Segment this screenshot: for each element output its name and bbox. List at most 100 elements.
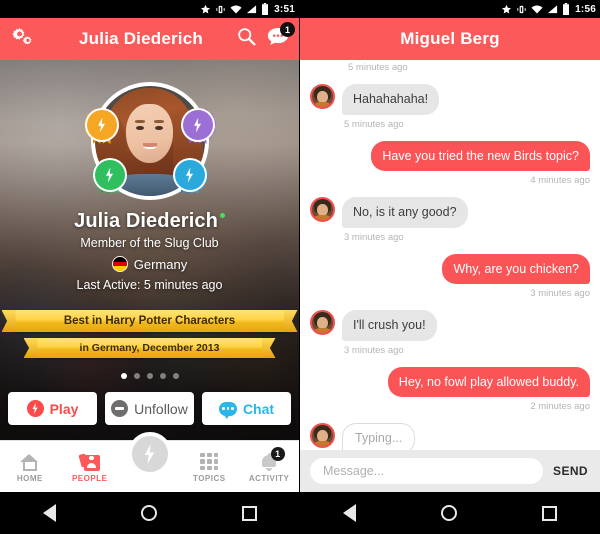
- compose-fab-button[interactable]: [127, 432, 172, 476]
- status-time: 3:51: [274, 3, 295, 15]
- avatar[interactable]: [310, 197, 335, 222]
- page-title: Julia Diederich: [79, 29, 203, 48]
- app-bar: Miguel Berg: [300, 18, 600, 60]
- profile-hero: Julia Diederich Member of the Slug Club …: [0, 60, 299, 442]
- home-circle-icon[interactable]: [440, 505, 457, 521]
- bolt-icon: [105, 167, 114, 183]
- message-bubble: Hey, no fowl play allowed buddy.: [387, 366, 590, 397]
- award-ribbon-secondary: in Germany, December 2013: [35, 338, 264, 358]
- timestamp: 5 minutes ago: [348, 62, 408, 73]
- vibrate-icon: [516, 4, 527, 15]
- tab-label-topics: TOPICS: [192, 473, 226, 483]
- bolt-icon: [144, 444, 155, 464]
- message-row: Hahahahaha! 5 minutes ago: [310, 84, 590, 130]
- avatar[interactable]: [310, 423, 335, 448]
- app-bar: Julia Diederich 1: [0, 18, 299, 60]
- message-timestamp: 4 minutes ago: [530, 175, 590, 186]
- message-list[interactable]: 5 minutes ago Hahahahaha! 5 minutes ago …: [300, 60, 600, 450]
- status-bar: 3:51: [0, 0, 299, 18]
- message-bubble: Have you tried the new Birds topic?: [371, 140, 590, 171]
- signal-icon: [547, 4, 558, 15]
- message-row: Hey, no fowl play allowed buddy. 2 minut…: [310, 366, 590, 412]
- carousel-pager[interactable]: [0, 373, 299, 379]
- pager-dot[interactable]: [172, 373, 179, 379]
- vibrate-icon: [215, 4, 226, 15]
- tab-label-home: HOME: [16, 473, 43, 483]
- message-input[interactable]: [310, 458, 544, 484]
- profile-info: Julia Diederich Member of the Slug Club …: [0, 210, 299, 292]
- typing-indicator-row: Typing...: [310, 423, 590, 450]
- signal-icon: [246, 4, 257, 15]
- sidebar-item-people[interactable]: PEOPLE: [60, 441, 120, 492]
- message-row: Why, are you chicken? 3 minutes ago: [310, 253, 590, 299]
- profile-name: Julia Diederich: [74, 210, 218, 232]
- home-icon: [20, 451, 39, 471]
- messages-button[interactable]: 1: [267, 22, 295, 51]
- tab-label-activity: ACTIVITY: [248, 473, 290, 483]
- bolt-icon: [185, 167, 194, 183]
- chat-button[interactable]: Chat: [202, 392, 291, 425]
- profile-last-active: Last Active: 5 minutes ago: [76, 278, 223, 292]
- germany-flag-icon: [111, 256, 128, 272]
- chat-screen: 1:56 Miguel Berg 5 minutes ago Hahahahah…: [300, 0, 600, 534]
- pager-dot[interactable]: [146, 373, 153, 379]
- grid-icon: [200, 451, 219, 471]
- status-time: 1:56: [575, 3, 596, 15]
- pager-dot[interactable]: [159, 373, 166, 379]
- tab-label-people: PEOPLE: [71, 473, 108, 483]
- avatar[interactable]: [310, 310, 335, 335]
- badge-orange[interactable]: [86, 110, 117, 144]
- chat-button-label: Chat: [242, 400, 275, 417]
- bolt-icon: [26, 400, 44, 417]
- home-circle-icon[interactable]: [140, 505, 157, 521]
- bolt-icon: [193, 117, 202, 133]
- message-timestamp: 2 minutes ago: [530, 401, 590, 412]
- search-button[interactable]: [236, 26, 257, 52]
- profile-name-row: Julia Diederich: [74, 210, 225, 233]
- sidebar-item-home[interactable]: HOME: [0, 441, 60, 492]
- message-row: I'll crush you! 3 minutes ago: [310, 310, 590, 356]
- star-icon: [200, 4, 211, 15]
- dual-screenshot: 3:51 Julia Diederich 1 Julia Diederich M…: [0, 0, 600, 534]
- message-timestamp: 3 minutes ago: [530, 288, 590, 299]
- gears-icon: [10, 26, 36, 53]
- typing-indicator: Typing...: [342, 423, 416, 450]
- bolt-icon: [97, 117, 106, 133]
- back-icon[interactable]: [342, 504, 356, 522]
- wifi-icon: [230, 4, 242, 15]
- profile-subtitle: Member of the Slug Club: [80, 236, 219, 250]
- back-icon[interactable]: [42, 504, 56, 522]
- profile-action-buttons: Play Unfollow Chat: [8, 392, 291, 425]
- badge-blue[interactable]: [174, 160, 205, 194]
- message-timestamp: 5 minutes ago: [344, 118, 404, 130]
- message-bubble: Why, are you chicken?: [442, 253, 590, 284]
- send-button[interactable]: SEND: [553, 464, 590, 478]
- activity-badge: 1: [270, 446, 285, 461]
- avatar[interactable]: [310, 84, 335, 109]
- people-icon: [78, 451, 100, 471]
- message-composer: SEND: [300, 450, 600, 492]
- recents-icon[interactable]: [542, 505, 558, 521]
- app-bar-title-wrap: Julia Diederich: [46, 29, 236, 49]
- award-ribbon-primary: Best in Harry Potter Characters: [13, 310, 286, 332]
- badge-purple[interactable]: [182, 110, 213, 144]
- message-bubble: I'll crush you!: [342, 310, 437, 341]
- message-row: No, is it any good? 3 minutes ago: [310, 197, 590, 243]
- android-nav-bar: [300, 492, 600, 534]
- wifi-icon: [531, 4, 543, 15]
- play-button-label: Play: [49, 400, 79, 417]
- bell-icon: 1: [261, 446, 285, 471]
- recents-icon[interactable]: [241, 505, 257, 521]
- unfollow-button[interactable]: Unfollow: [105, 392, 194, 425]
- messages-badge: 1: [280, 22, 295, 37]
- badge-green[interactable]: [94, 160, 125, 194]
- pager-dot[interactable]: [120, 373, 127, 379]
- star-icon: [501, 4, 512, 15]
- sidebar-item-topics[interactable]: TOPICS: [179, 441, 239, 492]
- page-title: Miguel Berg: [400, 29, 500, 48]
- pager-dot[interactable]: [133, 373, 140, 379]
- settings-button[interactable]: [0, 26, 46, 53]
- play-button[interactable]: Play: [8, 392, 97, 425]
- sidebar-item-activity[interactable]: 1 ACTIVITY: [239, 441, 299, 492]
- status-bar: 1:56: [300, 0, 600, 18]
